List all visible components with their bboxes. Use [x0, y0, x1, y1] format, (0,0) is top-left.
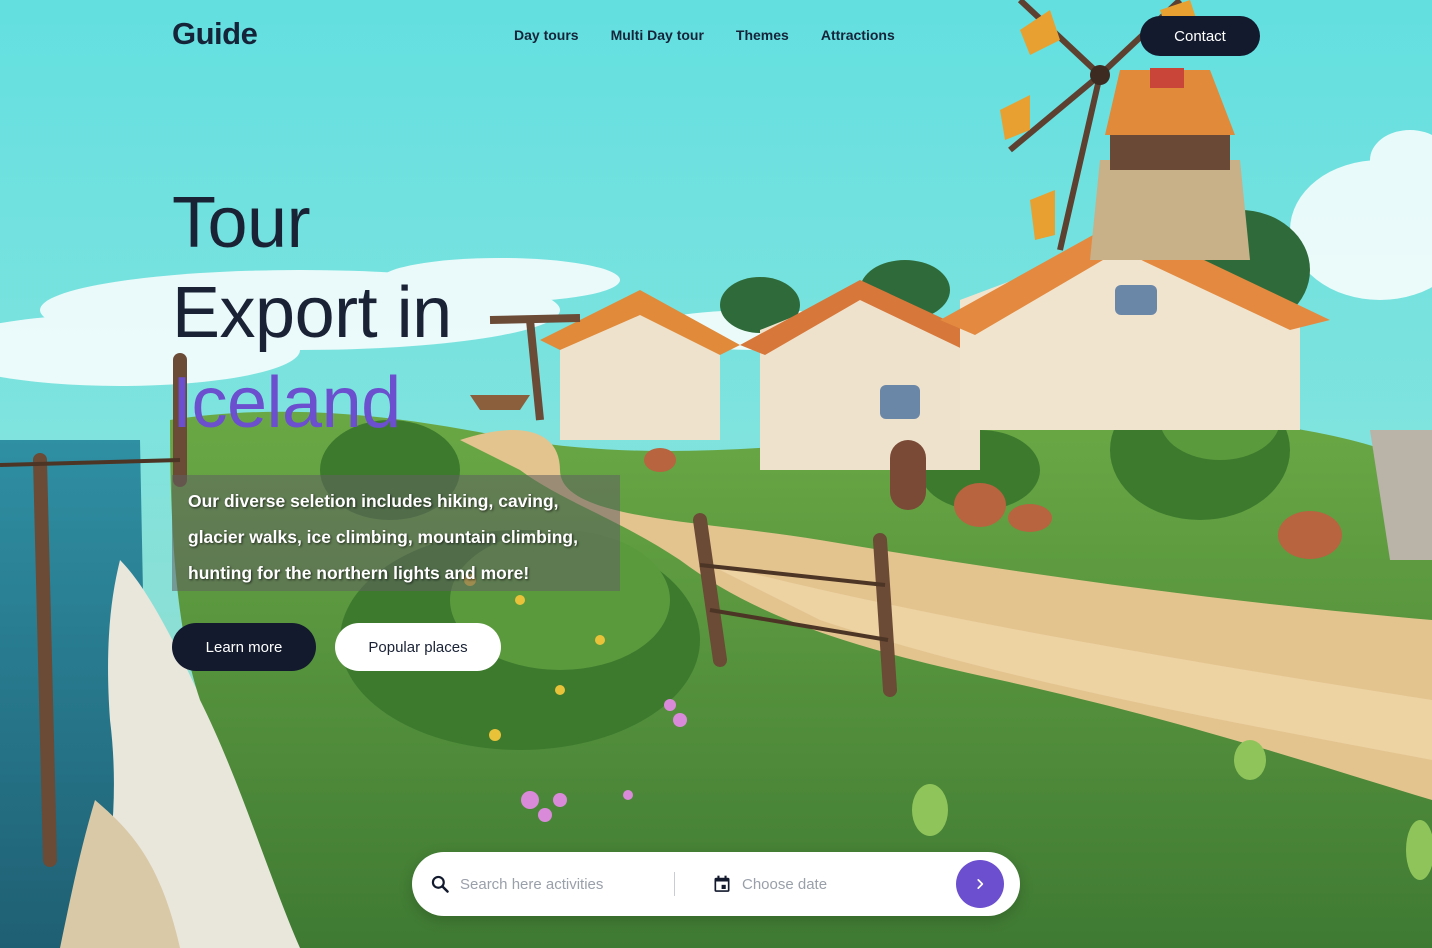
hero-description: Our diverse seletion includes hiking, ca…: [172, 475, 620, 591]
hero-title-line-1: Tour: [172, 183, 311, 263]
hero-title-accent: Iceland: [172, 363, 401, 443]
nav-item-multi-day-tour[interactable]: Multi Day tour: [611, 27, 704, 43]
nav-item-attractions[interactable]: Attractions: [821, 27, 895, 43]
popular-places-button[interactable]: Popular places: [335, 623, 501, 671]
choose-date-input[interactable]: [742, 870, 942, 898]
hero-illustration: [0, 0, 1432, 948]
nav-item-day-tours[interactable]: Day tours: [514, 27, 579, 43]
hero-title: Tour Export in Iceland: [172, 178, 452, 448]
search-submit-button[interactable]: [956, 860, 1004, 908]
learn-more-button[interactable]: Learn more: [172, 623, 316, 671]
search-activities-input[interactable]: [460, 870, 660, 898]
hero-title-line-2: Export in: [172, 273, 452, 353]
main-nav: Day tours Multi Day tour Themes Attracti…: [514, 27, 895, 43]
search-divider: [674, 872, 675, 896]
search-bar: [412, 852, 1020, 916]
chevron-right-icon: [977, 879, 984, 889]
nav-item-themes[interactable]: Themes: [736, 27, 789, 43]
search-icon: [431, 875, 449, 893]
logo[interactable]: Guide: [172, 16, 258, 52]
calendar-icon: [714, 875, 730, 892]
contact-button[interactable]: Contact: [1140, 16, 1260, 56]
